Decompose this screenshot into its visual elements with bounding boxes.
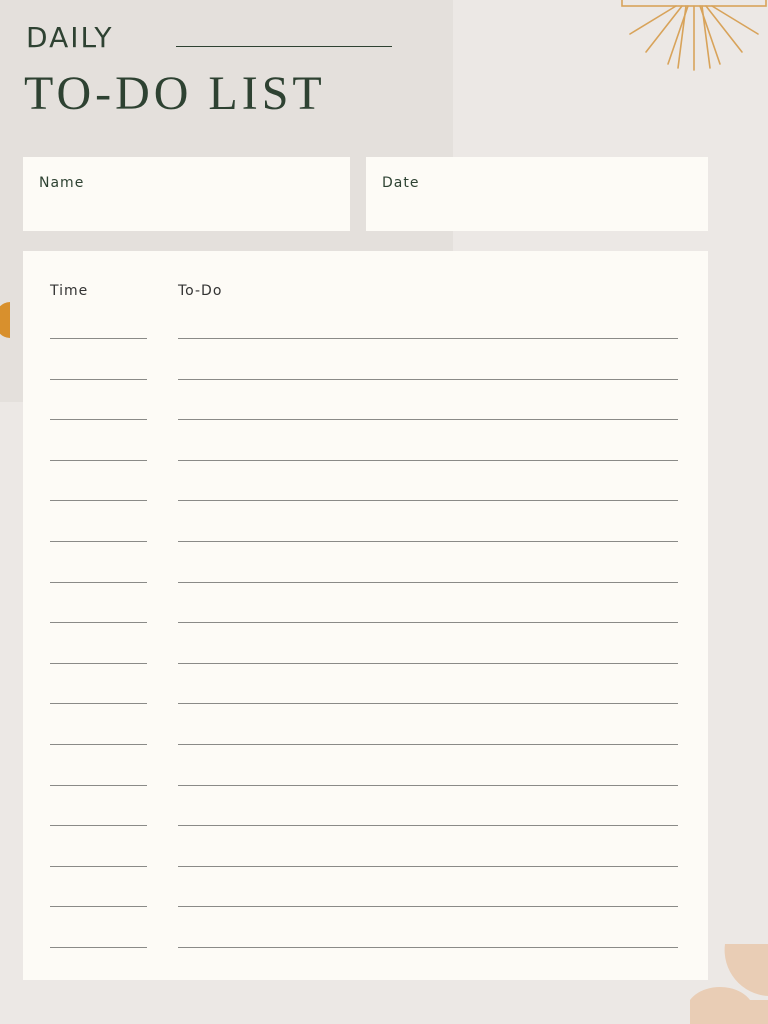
time-entry-line[interactable] — [50, 947, 147, 948]
orange-arc-decoration — [0, 302, 10, 338]
todo-list-card: Time To-Do — [23, 251, 708, 980]
todo-entry-line[interactable] — [178, 582, 678, 583]
time-entry-line[interactable] — [50, 906, 147, 907]
time-entry-line[interactable] — [50, 541, 147, 542]
date-label: Date — [382, 175, 420, 191]
time-entry-line[interactable] — [50, 622, 147, 623]
todo-entry-line[interactable] — [178, 785, 678, 786]
todo-entry-line[interactable] — [178, 947, 678, 948]
name-label: Name — [39, 175, 85, 191]
todo-entry-line[interactable] — [178, 500, 678, 501]
todo-rows — [23, 251, 708, 980]
todo-entry-line[interactable] — [178, 906, 678, 907]
time-entry-line[interactable] — [50, 338, 147, 339]
title-daily: DAILY — [26, 21, 114, 54]
time-entry-line[interactable] — [50, 866, 147, 867]
todo-entry-line[interactable] — [178, 703, 678, 704]
time-entry-line[interactable] — [50, 825, 147, 826]
todo-entry-line[interactable] — [178, 622, 678, 623]
todo-entry-line[interactable] — [178, 825, 678, 826]
time-entry-line[interactable] — [50, 419, 147, 420]
todo-entry-line[interactable] — [178, 541, 678, 542]
name-field[interactable]: Name — [23, 157, 350, 231]
title-underline — [176, 46, 392, 47]
todo-entry-line[interactable] — [178, 338, 678, 339]
page-title: TO-DO LIST — [24, 67, 326, 120]
todo-entry-line[interactable] — [178, 866, 678, 867]
time-entry-line[interactable] — [50, 785, 147, 786]
time-entry-line[interactable] — [50, 744, 147, 745]
time-entry-line[interactable] — [50, 663, 147, 664]
time-entry-line[interactable] — [50, 379, 147, 380]
time-entry-line[interactable] — [50, 703, 147, 704]
time-entry-line[interactable] — [50, 500, 147, 501]
todo-entry-line[interactable] — [178, 379, 678, 380]
date-field[interactable]: Date — [366, 157, 708, 231]
todo-entry-line[interactable] — [178, 460, 678, 461]
todo-entry-line[interactable] — [178, 419, 678, 420]
time-entry-line[interactable] — [50, 460, 147, 461]
todo-entry-line[interactable] — [178, 663, 678, 664]
sunburst-decoration — [621, 0, 767, 71]
time-entry-line[interactable] — [50, 582, 147, 583]
todo-entry-line[interactable] — [178, 744, 678, 745]
